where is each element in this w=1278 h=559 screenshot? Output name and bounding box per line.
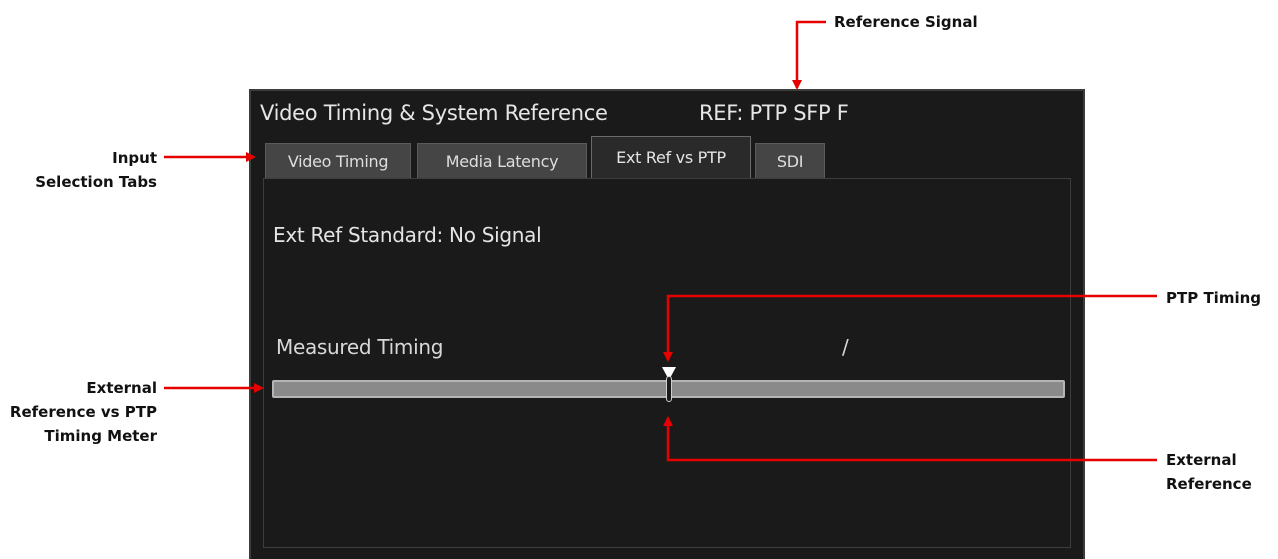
callout-meter-line-3: Timing Meter [44,427,157,445]
tab-media-latency-label: Media Latency [445,151,559,171]
callout-input-selection-tabs: Input Selection Tabs [0,146,157,194]
tab-video-timing-label: Video Timing [287,151,389,171]
callout-reference-signal: Reference Signal [834,10,978,34]
measured-timing-label: Measured Timing [276,335,444,359]
panel-title: Video Timing & System Reference [260,101,608,125]
diagram-stage: Reference Signal Input Selection Tabs PT… [0,0,1278,559]
callout-meter-line-2: Reference vs PTP [9,403,157,421]
callout-ext-ref-line-2: Reference [1166,475,1252,493]
external-reference-marker [665,376,672,402]
callout-meter-line-1: External [86,379,157,397]
tab-video-timing[interactable]: Video Timing [265,143,411,178]
callout-ptp-timing-text: PTP Timing [1166,289,1262,307]
video-timing-panel: Video Timing & System Reference REF: PTP… [249,89,1085,559]
callout-reference-signal-text: Reference Signal [834,13,978,31]
tab-media-latency[interactable]: Media Latency [417,143,587,178]
arrow-reference-signal [792,20,826,90]
ext-ref-vs-ptp-timing-meter [272,367,1065,402]
tab-ext-ref-vs-ptp[interactable]: Ext Ref vs PTP [591,136,751,178]
callout-timing-meter: External Reference vs PTP Timing Meter [0,376,157,448]
callout-external-reference: External Reference [1166,448,1252,496]
callout-ptp-timing: PTP Timing [1166,286,1261,310]
tab-content-area: Ext Ref Standard: No Signal Measured Tim… [263,178,1071,548]
tab-sdi[interactable]: SDI [755,143,825,178]
tab-sdi-label: SDI [776,151,804,171]
measured-timing-value: / [842,335,849,359]
callout-ext-ref-line-1: External [1166,451,1237,469]
tab-ext-ref-vs-ptp-label: Ext Ref vs PTP [616,148,726,167]
callout-input-tabs-line-2: Selection Tabs [35,173,157,191]
reference-signal-status: REF: PTP SFP F [699,101,849,125]
callout-input-tabs-line-1: Input [112,149,157,167]
ext-ref-standard: Ext Ref Standard: No Signal [273,223,542,247]
